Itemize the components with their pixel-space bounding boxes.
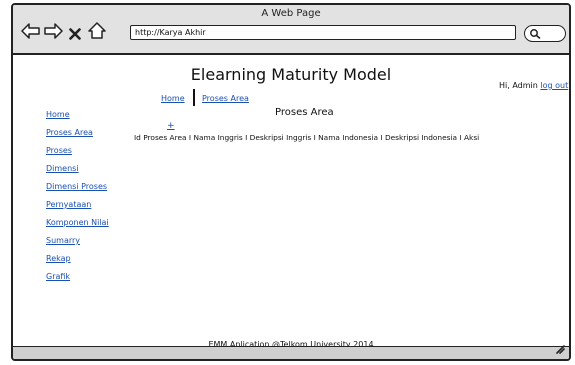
breadcrumb-proses-area[interactable]: Proses Area — [202, 94, 249, 103]
user-greeting: Hi, Admin log out? — [499, 81, 569, 90]
sidebar-item-grafik[interactable]: Grafik — [46, 272, 70, 281]
arrow-left-icon[interactable] — [21, 23, 40, 43]
add-proses-area-button[interactable]: + — [167, 121, 175, 131]
breadcrumb-home[interactable]: Home — [161, 94, 185, 103]
column-header-deskripsi-inggris: Deskripsi Inggris — [249, 133, 312, 142]
sidebar-item-komponen-nilai[interactable]: Komponen Nilai — [46, 218, 109, 227]
table-header-row: Id Proses Area I Nama Inggris I Deskrips… — [134, 133, 479, 142]
column-separator: I — [242, 133, 250, 142]
logout-link[interactable]: log out — [540, 81, 568, 90]
home-icon[interactable] — [88, 22, 106, 43]
sidebar-item-proses[interactable]: Proses — [46, 146, 72, 155]
close-icon[interactable] — [69, 25, 81, 44]
sidebar-item-rekap[interactable]: Rekap — [46, 254, 71, 263]
section-title: Proses Area — [275, 107, 334, 118]
sidebar-item-dimensi[interactable]: Dimensi — [46, 164, 79, 173]
column-separator: I — [378, 133, 385, 142]
column-header-id: Id Proses Area — [134, 133, 187, 142]
column-header-deskripsi-indonesia: Deskripsi Indonesia — [384, 133, 458, 142]
column-header-aksi: Aksi — [463, 133, 480, 142]
page-title: Elearning Maturity Model — [190, 65, 392, 84]
window-title: A Web Page — [261, 8, 321, 19]
search-icon — [530, 29, 541, 39]
greeting-suffix: ? — [568, 81, 569, 90]
sidebar-item-pernyataan[interactable]: Pernyataan — [46, 200, 91, 209]
column-header-nama-inggris: Nama Inggris — [193, 133, 243, 142]
search-box[interactable] — [524, 25, 566, 42]
sidebar-item-dimensi-proses[interactable]: Dimensi Proses — [46, 182, 107, 191]
resize-grip-icon[interactable] — [555, 339, 565, 358]
address-bar[interactable]: http://Karya Akhir — [130, 25, 516, 40]
breadcrumb-separator — [193, 89, 195, 106]
greeting-text: Hi, Admin — [499, 81, 538, 90]
browser-titlebar: A Web Page http://Karya Akhir — [13, 5, 569, 55]
status-bar — [13, 345, 569, 359]
sidebar-item-home[interactable]: Home — [46, 110, 70, 119]
column-header-nama-indonesia: Nama Indonesia — [318, 133, 379, 142]
browser-window: A Web Page http://Karya Akhir Elearning … — [11, 3, 571, 361]
sidebar-item-proses-area[interactable]: Proses Area — [46, 128, 93, 137]
arrow-right-icon[interactable] — [44, 23, 63, 43]
sidebar-item-summary[interactable]: Sumarry — [46, 236, 80, 245]
column-separator: I — [457, 133, 464, 142]
